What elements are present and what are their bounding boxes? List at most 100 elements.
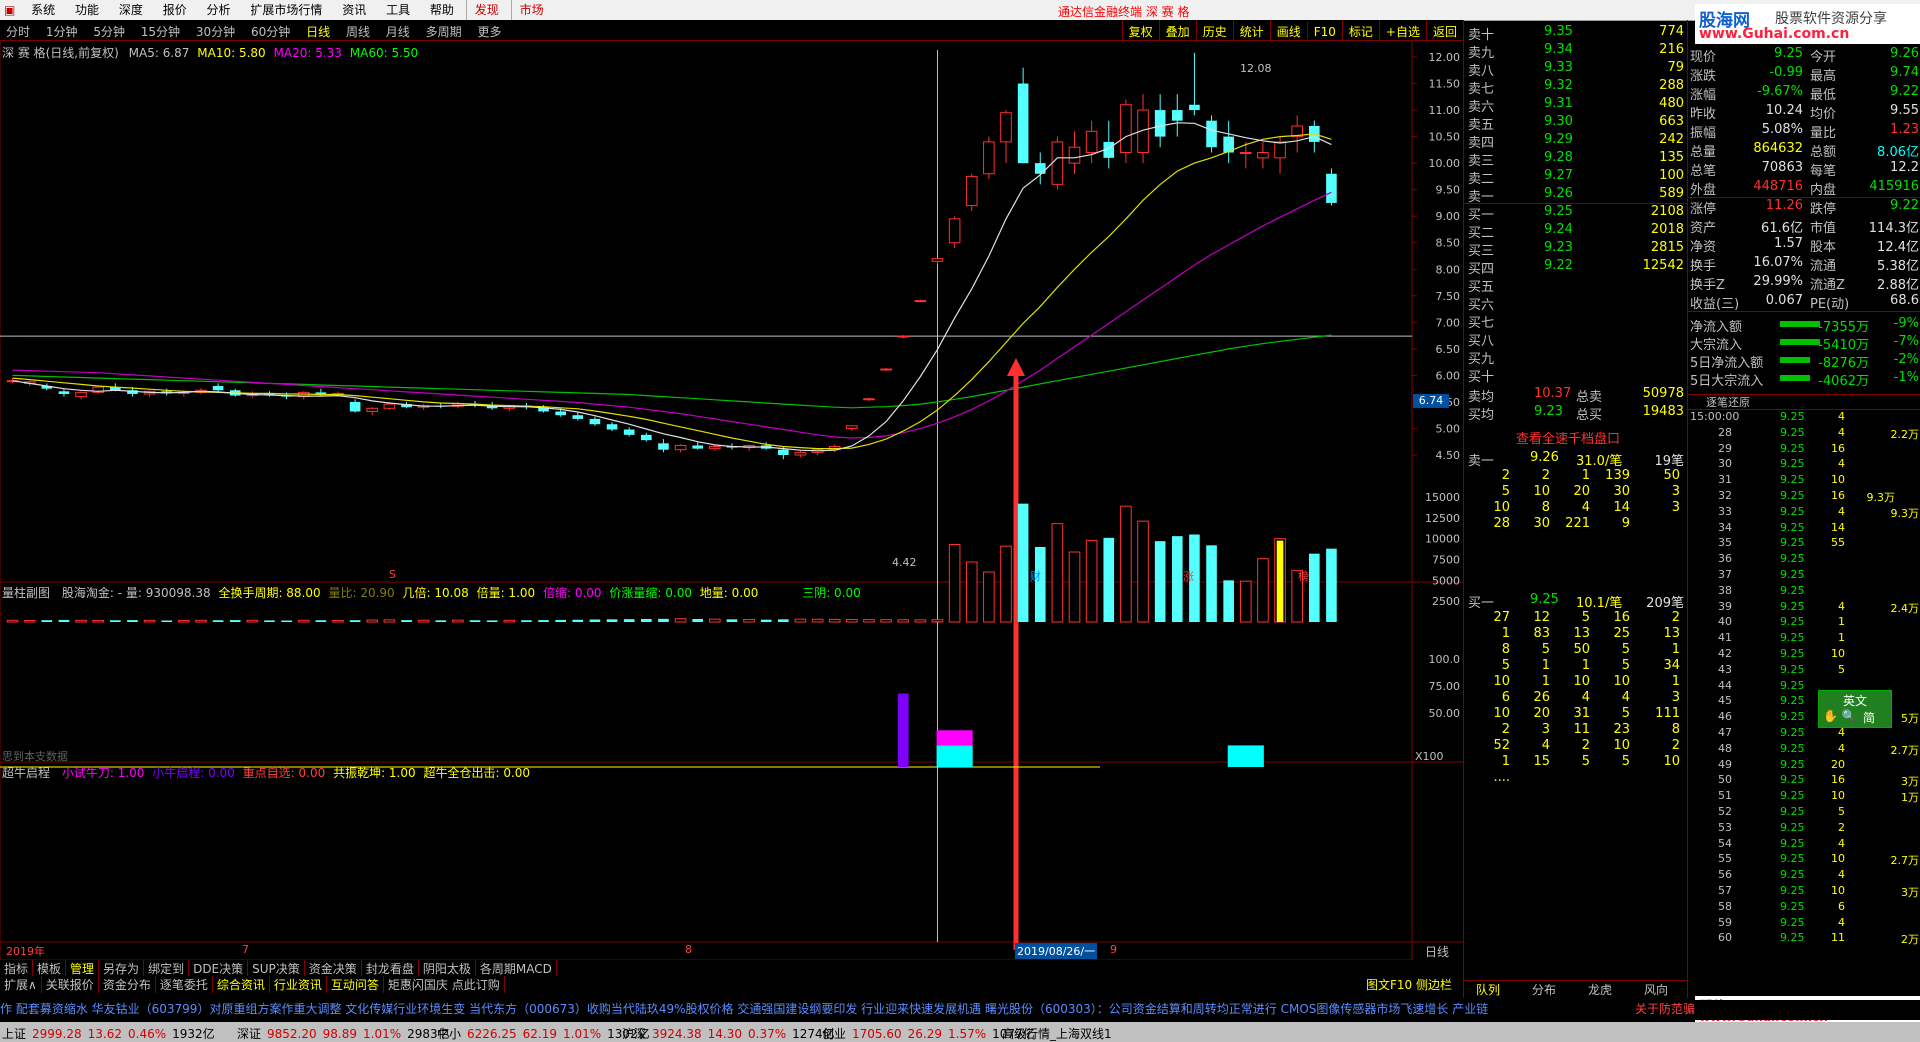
tick-volume: 4 xyxy=(1838,599,1845,613)
chart-canvas[interactable]: 12.00 11.50 11.00 10.50 10.00 9.50 9.00 8.50 8.0… xyxy=(0,40,1463,960)
tab-fenglong[interactable]: 封龙看盘 xyxy=(362,960,419,977)
volume-bar xyxy=(983,571,995,623)
period-15min[interactable]: 15分钟 xyxy=(135,20,186,40)
quote-value-right: 415916 xyxy=(1869,179,1919,194)
tab-news[interactable]: 综合资讯 xyxy=(213,976,270,993)
tab-indicator[interactable]: 指标 xyxy=(0,960,34,977)
ime-widget[interactable]: 英文 ✋ 🔍 简 xyxy=(1818,690,1892,728)
index-quote[interactable]: 上证 2999.28 13.62 0.46% 1932亿 xyxy=(2,1025,221,1042)
tab-promo[interactable]: 矩惠闪国庆 点此订购 xyxy=(384,976,505,993)
quote-value-left: -9.67% xyxy=(1757,84,1803,99)
menu-item-help[interactable]: 帮助 xyxy=(422,0,462,20)
ask-volume: 663 xyxy=(1659,114,1684,129)
orderbook-tab[interactable]: 分布 xyxy=(1532,981,1556,998)
menu-item-info[interactable]: 资讯 xyxy=(334,0,374,20)
full-depth-link[interactable]: 查看全速千档盘口 xyxy=(1516,428,1620,447)
volume-bar xyxy=(383,619,396,623)
period-5min[interactable]: 5分钟 xyxy=(87,20,131,40)
index-quote-field: 1705.60 xyxy=(852,1027,902,1041)
tab-dde[interactable]: DDE决策 xyxy=(189,960,249,977)
tick-time: 49 xyxy=(1718,757,1732,771)
period-minute[interactable]: 分时 xyxy=(0,20,36,40)
f10-button[interactable]: 图文F10 xyxy=(1362,976,1416,993)
ask-volume: 288 xyxy=(1659,78,1684,93)
marker-cai[interactable]: 财 xyxy=(1030,568,1041,584)
ime-simplified-label[interactable]: 简 xyxy=(1863,709,1875,726)
tab-bind[interactable]: 绑定到 xyxy=(144,960,190,977)
quote-value-left: 864632 xyxy=(1753,141,1803,156)
menu-item-quote[interactable]: 报价 xyxy=(155,0,195,20)
menu-item-function[interactable]: 功能 xyxy=(67,0,107,20)
tab-qa[interactable]: 互动问答 xyxy=(327,976,384,993)
tab-yinyang[interactable]: 阴阳太极 xyxy=(419,960,476,977)
tool-history[interactable]: 历史 xyxy=(1195,20,1233,40)
ticker-alert[interactable]: 关于防范骗 xyxy=(1635,1000,1695,1017)
tool-back[interactable]: 返回 xyxy=(1425,20,1463,40)
menu-item-analysis[interactable]: 分析 xyxy=(199,0,239,20)
tool-mark[interactable]: 标记 xyxy=(1341,20,1379,40)
tab-expand[interactable]: 扩展∧ xyxy=(0,976,42,993)
volume-bar xyxy=(110,620,121,622)
menu-item-tools[interactable]: 工具 xyxy=(378,0,418,20)
ask-price: 9.28 xyxy=(1544,150,1573,165)
volume-bar xyxy=(538,620,549,622)
marker-zhang[interactable]: 涨 xyxy=(1183,568,1194,584)
timeline-period[interactable]: 日线 xyxy=(1425,943,1449,960)
tick-volume: 6 xyxy=(1838,899,1845,913)
tab-macd[interactable]: 各周期MACD xyxy=(476,960,557,977)
quote-label-left: 换手Z xyxy=(1690,278,1725,293)
period-60min[interactable]: 60分钟 xyxy=(245,20,296,40)
tab-template[interactable]: 模板 xyxy=(33,960,67,977)
tool-draw[interactable]: 画线 xyxy=(1269,20,1307,40)
tab-sup[interactable]: SUP决策 xyxy=(248,960,305,977)
period-daily[interactable]: 日线 xyxy=(300,20,336,40)
period-1min[interactable]: 1分钟 xyxy=(40,20,84,40)
tab-industry-news[interactable]: 行业资讯 xyxy=(270,976,327,993)
menu-item-system[interactable]: 系统 xyxy=(23,0,63,20)
ime-toolbar-icon[interactable]: ✋ 🔍 xyxy=(1823,709,1857,723)
tool-stats[interactable]: 统计 xyxy=(1232,20,1270,40)
tool-fuquan[interactable]: 复权 xyxy=(1121,20,1159,40)
candle-body xyxy=(1189,104,1200,111)
ime-mode-label[interactable]: 英文 xyxy=(1843,692,1867,709)
tab-fund[interactable]: 资金决策 xyxy=(305,960,362,977)
tab-fund-dist[interactable]: 资金分布 xyxy=(99,976,156,993)
period-weekly[interactable]: 周线 xyxy=(340,20,376,40)
period-more[interactable]: 更多 xyxy=(471,20,507,40)
tool-overlay[interactable]: 叠加 xyxy=(1158,20,1196,40)
quote-value-left: 29.99% xyxy=(1753,274,1803,289)
menu-item-depth[interactable]: 深度 xyxy=(111,0,151,20)
tab-save-as[interactable]: 另存为 xyxy=(99,960,145,977)
orderbook-tab[interactable]: 风向 xyxy=(1644,981,1668,998)
ticker-text[interactable]: 作 配套募资缩水 华友钴业（603799）对原重组方案作重大调整 文化传媒行业环… xyxy=(0,1002,1488,1016)
tool-add-watchlist[interactable]: +自选 xyxy=(1378,20,1426,40)
orderbook-tab[interactable]: 队列 xyxy=(1476,981,1500,998)
tool-f10[interactable]: F10 xyxy=(1306,22,1342,39)
index-quote[interactable]: 深证 9852.20 98.89 1.01% 2983亿 xyxy=(237,1025,456,1042)
marker-bang[interactable]: 榜 xyxy=(1298,568,1309,584)
sidebar-button[interactable]: 侧边栏 xyxy=(1412,976,1456,993)
queue-buy-cell: 5 xyxy=(1501,658,1510,673)
tick-price: 9.25 xyxy=(1780,568,1805,581)
ask-level-label: 卖九 xyxy=(1468,46,1495,61)
menu-item-extended[interactable]: 扩展市场行情 xyxy=(242,0,330,20)
period-monthly[interactable]: 月线 xyxy=(380,20,416,40)
orderbook-tab[interactable]: 龙虎 xyxy=(1588,981,1612,998)
period-30min[interactable]: 30分钟 xyxy=(190,20,241,40)
menu-bar: ▣ 系统 功能 深度 报价 分析 扩展市场行情 资讯 工具 帮助 发现 市场 通… xyxy=(0,0,1920,21)
index-quote[interactable]: 沪深 3924.38 14.30 0.37% 1274亿 xyxy=(622,1025,841,1042)
period-multi[interactable]: 多周期 xyxy=(420,20,468,40)
watermark-url: www.Guhai.com.cn xyxy=(1699,26,1850,42)
menu-market[interactable]: 市场 xyxy=(510,0,552,20)
menu-discover[interactable]: 发现 xyxy=(465,0,507,20)
volume-bar xyxy=(349,620,361,622)
volume-bar xyxy=(23,620,36,623)
news-ticker[interactable]: 作 配套募资缩水 华友钴业（603799）对原重组方案作重大调整 文化传媒行业环… xyxy=(0,1000,1920,1020)
queue-sell-cell: 1 xyxy=(1581,468,1590,483)
tick-volume: 10 xyxy=(1831,884,1845,897)
tab-order-entrust[interactable]: 逐笔委托 xyxy=(156,976,213,993)
tick-volume: 16 xyxy=(1831,441,1845,455)
tab-related-quote[interactable]: 关联报价 xyxy=(42,976,99,993)
tick-time: 34 xyxy=(1718,520,1732,534)
tab-manage[interactable]: 管理 xyxy=(66,960,100,977)
